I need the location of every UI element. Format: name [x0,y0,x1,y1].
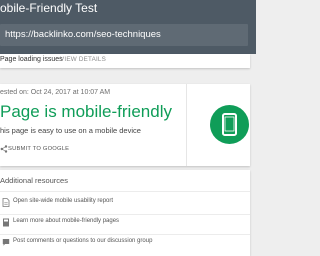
submit-to-google-button[interactable]: SUBMIT TO GOOGLE [8,146,69,152]
issues-label: Page loading issues [0,56,63,63]
result-subline: his page is easy to use on a mobile devi… [0,126,141,135]
resource-link-discussion-group[interactable]: Post comments or questions to our discus… [0,234,250,254]
url-input[interactable]: https://backlinko.com/seo-techniques [0,24,248,46]
resource-link-usability-report[interactable]: Open site-wide mobile usability report [0,194,250,214]
resource-link-label: Open site-wide mobile usability report [13,198,114,204]
divider [0,191,250,192]
document-icon [2,198,10,207]
page-loading-issues-card: Page loading issues VIEW DETAILS [0,54,250,68]
result-card: ested on: Oct 24, 2017 at 10:07 AM Page … [0,84,250,166]
app-header: obile-Friendly Test https://backlinko.co… [0,0,256,54]
chat-icon [2,239,10,246]
resource-link-label: Learn more about mobile-friendly pages [13,218,120,224]
book-icon [3,218,9,227]
share-icon[interactable] [0,145,8,153]
tested-on-timestamp: ested on: Oct 24, 2017 at 10:07 AM [0,89,111,96]
additional-resources-card: Additional resources Open site-wide mobi… [0,170,250,256]
mobile-phone-icon [222,113,237,136]
resource-link-label: Post comments or questions to our discus… [13,238,153,244]
result-headline: Page is mobile-friendly [0,102,172,121]
app-title: obile-Friendly Test [0,1,98,15]
view-details-button[interactable]: VIEW DETAILS [60,56,106,63]
resource-link-learn-more[interactable]: Learn more about mobile-friendly pages [0,214,250,234]
resources-title: Additional resources [0,176,68,185]
mobile-friendly-badge [210,105,249,144]
vertical-divider [186,84,187,166]
url-text: https://backlinko.com/seo-techniques [5,29,161,40]
